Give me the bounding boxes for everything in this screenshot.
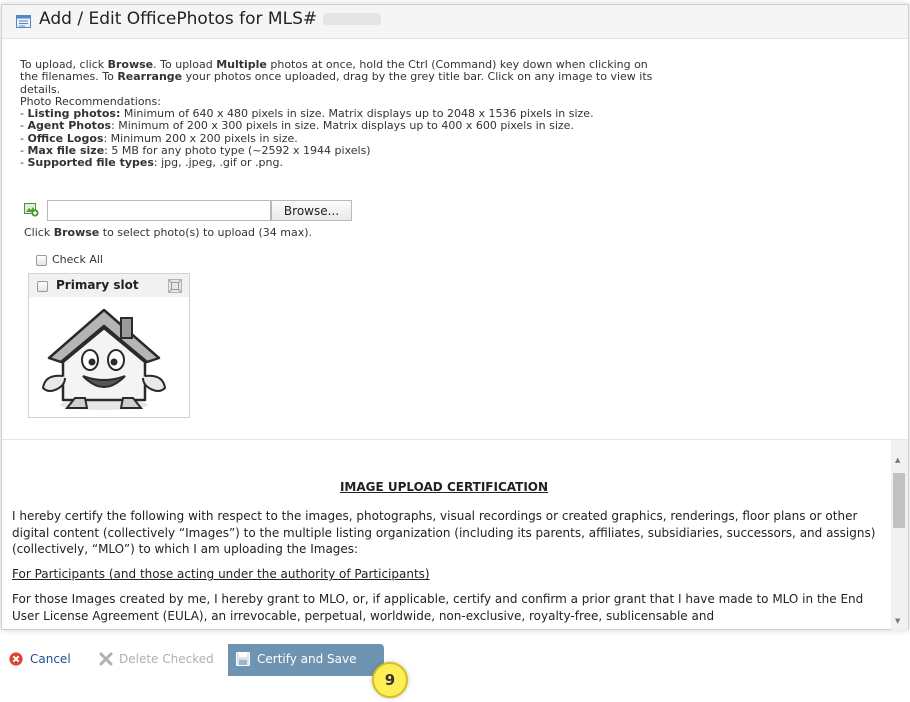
mls-number-redacted — [323, 13, 382, 25]
dialog-title: Add / Edit OfficePhotos for MLS# — [39, 9, 382, 29]
add-image-icon — [24, 203, 39, 217]
instr-text: To upload, click — [20, 58, 108, 71]
scrollbar-thumb[interactable] — [893, 473, 905, 528]
certification-paragraph: I hereby certify the following with resp… — [12, 509, 876, 556]
scroll-down-arrow-icon[interactable]: ▼ — [895, 617, 900, 625]
check-all-checkbox[interactable] — [36, 254, 47, 266]
dialog-footer: Cancel Delete Checked Certify and Save — [0, 644, 910, 676]
certification-paragraph: For those Images created by me, I hereby… — [12, 592, 864, 623]
delete-checked-label: Delete Checked — [119, 652, 214, 666]
photo-card-title-bar[interactable]: Primary slot — [29, 274, 189, 297]
file-path-input[interactable] — [47, 200, 271, 221]
participants-section-heading: For Participants (and those acting under… — [12, 567, 430, 582]
rec-text: : jpg, .jpeg, .gif or .png. — [153, 156, 283, 170]
document-icon — [16, 15, 31, 28]
upload-hint: Click Browse to select photo(s) to uploa… — [24, 226, 312, 239]
rec-text: Minimum of 640 x 480 pixels in size. Mat… — [120, 107, 594, 121]
photo-card-primary[interactable]: Primary slot — [28, 273, 190, 418]
certification-content: IMAGE UPLOAD CERTIFICATION I hereby cert… — [12, 440, 876, 630]
rec-text: : 5 MB for any photo type (~2592 x 1944 … — [104, 144, 371, 158]
delete-checked-button[interactable]: Delete Checked — [93, 644, 225, 674]
hint-bold-browse: Browse — [53, 226, 100, 239]
save-disk-icon — [236, 652, 250, 666]
rec-text: : Minimum 200 x 200 pixels in size. — [103, 131, 298, 145]
check-all-row: Check All — [36, 253, 103, 266]
photo-dialog: Add / Edit OfficePhotos for MLS# To uplo… — [1, 4, 909, 630]
scroll-up-arrow-icon[interactable]: ▲ — [895, 456, 900, 464]
photo-card-checkbox[interactable] — [37, 281, 48, 292]
check-all-label: Check All — [52, 253, 103, 266]
hint-text: Click — [24, 226, 54, 239]
instr-bold-multiple: Multiple — [216, 58, 267, 71]
rec-text: : Minimum of 200 x 300 pixels in size. M… — [111, 119, 574, 133]
rec-label: Supported file types — [27, 156, 154, 170]
step-number-badge: 9 — [372, 662, 408, 698]
certify-and-save-label: Certify and Save — [257, 652, 357, 666]
delete-x-icon — [99, 652, 113, 666]
rec-label: Agent Photos — [27, 119, 112, 133]
browse-button[interactable]: Browse... — [271, 200, 352, 221]
rec-supported-types: - Supported file types: jpg, .jpeg, .gif… — [20, 156, 283, 170]
dialog-title-text: Add / Edit OfficePhotos for MLS# — [39, 9, 318, 29]
certification-scrollbar[interactable]: ▲ ▼ — [891, 440, 908, 630]
instructions-paragraph: To upload, click Browse. To upload Multi… — [20, 58, 660, 96]
rec-label: Listing photos: — [27, 107, 121, 121]
instr-bold-browse: Browse — [107, 58, 154, 71]
instr-bold-rearrange: Rearrange — [117, 70, 183, 84]
certify-and-save-button[interactable]: Certify and Save — [228, 644, 384, 676]
photo-card-title: Primary slot — [56, 278, 139, 292]
dialog-title-bar: Add / Edit OfficePhotos for MLS# — [2, 5, 908, 39]
certification-panel[interactable]: IMAGE UPLOAD CERTIFICATION I hereby cert… — [2, 439, 908, 630]
certification-title: IMAGE UPLOAD CERTIFICATION — [339, 480, 549, 494]
cancel-button[interactable]: Cancel — [9, 644, 89, 674]
expand-icon[interactable] — [168, 279, 182, 293]
upload-instructions: To upload, click Browse. To upload Multi… — [20, 58, 660, 170]
rec-label: Max file size — [27, 144, 105, 158]
rec-label: Office Logos — [27, 131, 104, 145]
cancel-label: Cancel — [30, 652, 71, 666]
instr-text: . To upload — [153, 58, 217, 71]
cancel-icon — [9, 652, 23, 666]
house-mascot-image[interactable] — [35, 304, 173, 412]
hint-text: to select photo(s) to upload (34 max). — [99, 226, 313, 239]
